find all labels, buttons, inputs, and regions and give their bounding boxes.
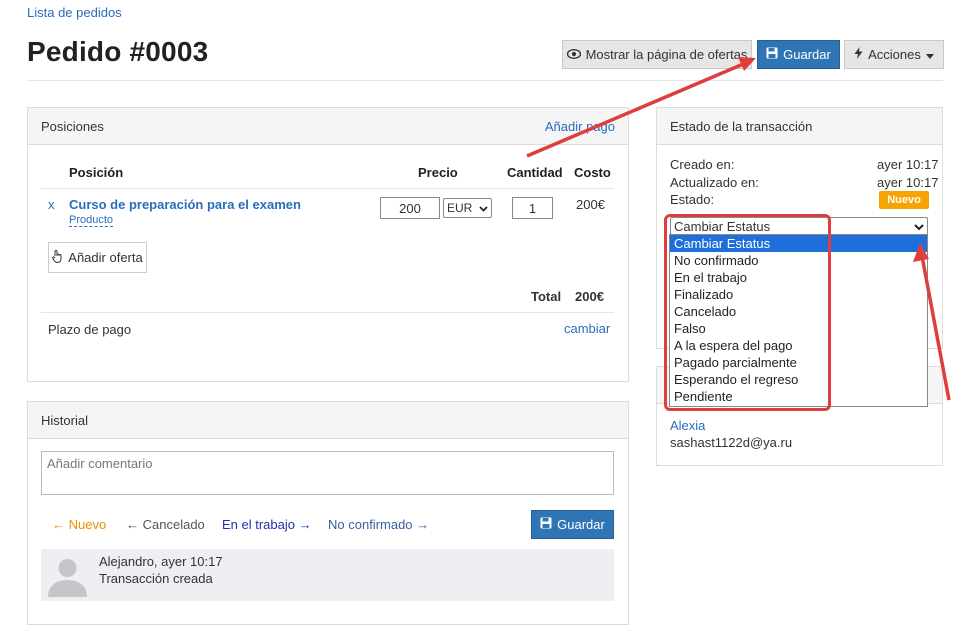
payment-term-label: Plazo de pago	[48, 322, 132, 337]
currency-value: EUR	[447, 201, 473, 215]
floppy-disk-icon	[766, 47, 778, 62]
updated-label: Actualizado en:	[670, 175, 759, 190]
save-button[interactable]: Guardar	[757, 40, 840, 69]
item-quantity-input[interactable]: 1	[512, 197, 553, 219]
created-label: Creado en:	[670, 157, 735, 172]
customer-name-link[interactable]: Alexia	[670, 418, 705, 433]
nuevo-label: Nuevo	[68, 517, 107, 532]
cancelado-label: Cancelado	[142, 517, 205, 532]
positions-title: Posiciones	[41, 118, 104, 134]
status-label: Estado:	[670, 192, 715, 207]
history-status-nuevo-link[interactable]: ← Nuevo	[52, 517, 106, 532]
column-header-price: Precio	[418, 165, 458, 180]
column-header-quantity: Cantidad	[507, 165, 563, 180]
pointer-hand-icon	[52, 249, 63, 266]
item-cost: 200€	[576, 197, 605, 212]
annotation-highlight-box	[664, 214, 831, 411]
floppy-disk-icon	[540, 517, 552, 532]
column-header-position: Posición	[69, 165, 124, 180]
actions-dropdown-button[interactable]: Acciones	[844, 40, 944, 69]
change-payment-term-link[interactable]: cambiar	[564, 321, 610, 336]
total-label: Total	[531, 289, 562, 304]
customer-email: sashast1122d@ya.ru	[670, 435, 793, 450]
status-badge: Nuevo	[879, 191, 929, 209]
currency-select[interactable]: EUR	[443, 198, 492, 218]
eye-icon	[566, 47, 581, 62]
title-divider	[27, 80, 943, 81]
comment-textarea[interactable]: Añadir comentario	[41, 451, 614, 495]
positions-panel-header: Posiciones Añadir pago	[28, 108, 628, 145]
avatar	[46, 555, 89, 600]
history-entry-author: Alejandro, ayer 10:17	[99, 554, 223, 569]
en-trabajo-label: En el trabajo	[222, 517, 295, 532]
history-entry: Alejandro, ayer 10:17 Transacción creada	[41, 549, 614, 601]
transaction-title: Estado de la transacción	[670, 118, 813, 134]
item-name-link[interactable]: Curso de preparación para el examen	[69, 197, 301, 212]
history-status-en-trabajo-link[interactable]: En el trabajo →	[222, 517, 312, 532]
table-header-divider	[41, 188, 614, 189]
total-value: 200€	[575, 289, 604, 304]
chevron-down-icon	[914, 219, 924, 234]
history-status-cancelado-link[interactable]: ← Cancelado	[126, 517, 205, 532]
actions-label: Acciones	[868, 47, 921, 62]
no-confirmado-label: No confirmado	[328, 517, 413, 532]
save-label: Guardar	[783, 47, 831, 62]
item-type-link[interactable]: Producto	[69, 214, 114, 227]
updated-value: ayer 10:17	[877, 175, 939, 190]
lightning-icon	[854, 47, 863, 62]
add-payment-link[interactable]: Añadir pago	[545, 119, 615, 134]
history-panel-header: Historial	[28, 402, 628, 439]
history-save-button[interactable]: Guardar	[531, 510, 614, 539]
total-divider	[41, 312, 614, 313]
chevron-down-icon	[479, 201, 488, 215]
add-offer-label: Añadir oferta	[68, 250, 143, 265]
add-offer-button[interactable]: Añadir oferta	[48, 242, 147, 273]
history-status-no-confirmado-link[interactable]: No confirmado →	[328, 517, 429, 532]
transaction-panel-header: Estado de la transacción	[657, 108, 942, 145]
breadcrumb-orders-list[interactable]: Lista de pedidos	[27, 5, 122, 20]
created-value: ayer 10:17	[877, 157, 939, 172]
history-title: Historial	[41, 412, 88, 428]
item-price-input[interactable]: 200	[380, 197, 440, 219]
history-save-label: Guardar	[557, 517, 605, 532]
caret-down-icon	[925, 47, 934, 62]
show-offers-button[interactable]: Mostrar la página de ofertas	[562, 40, 752, 69]
show-offers-label: Mostrar la página de ofertas	[585, 47, 748, 62]
page-title: Pedido #0003	[27, 36, 209, 67]
history-entry-text: Transacción creada	[99, 571, 213, 586]
column-header-cost: Costo	[574, 165, 611, 180]
remove-item-button[interactable]: x	[48, 197, 55, 212]
